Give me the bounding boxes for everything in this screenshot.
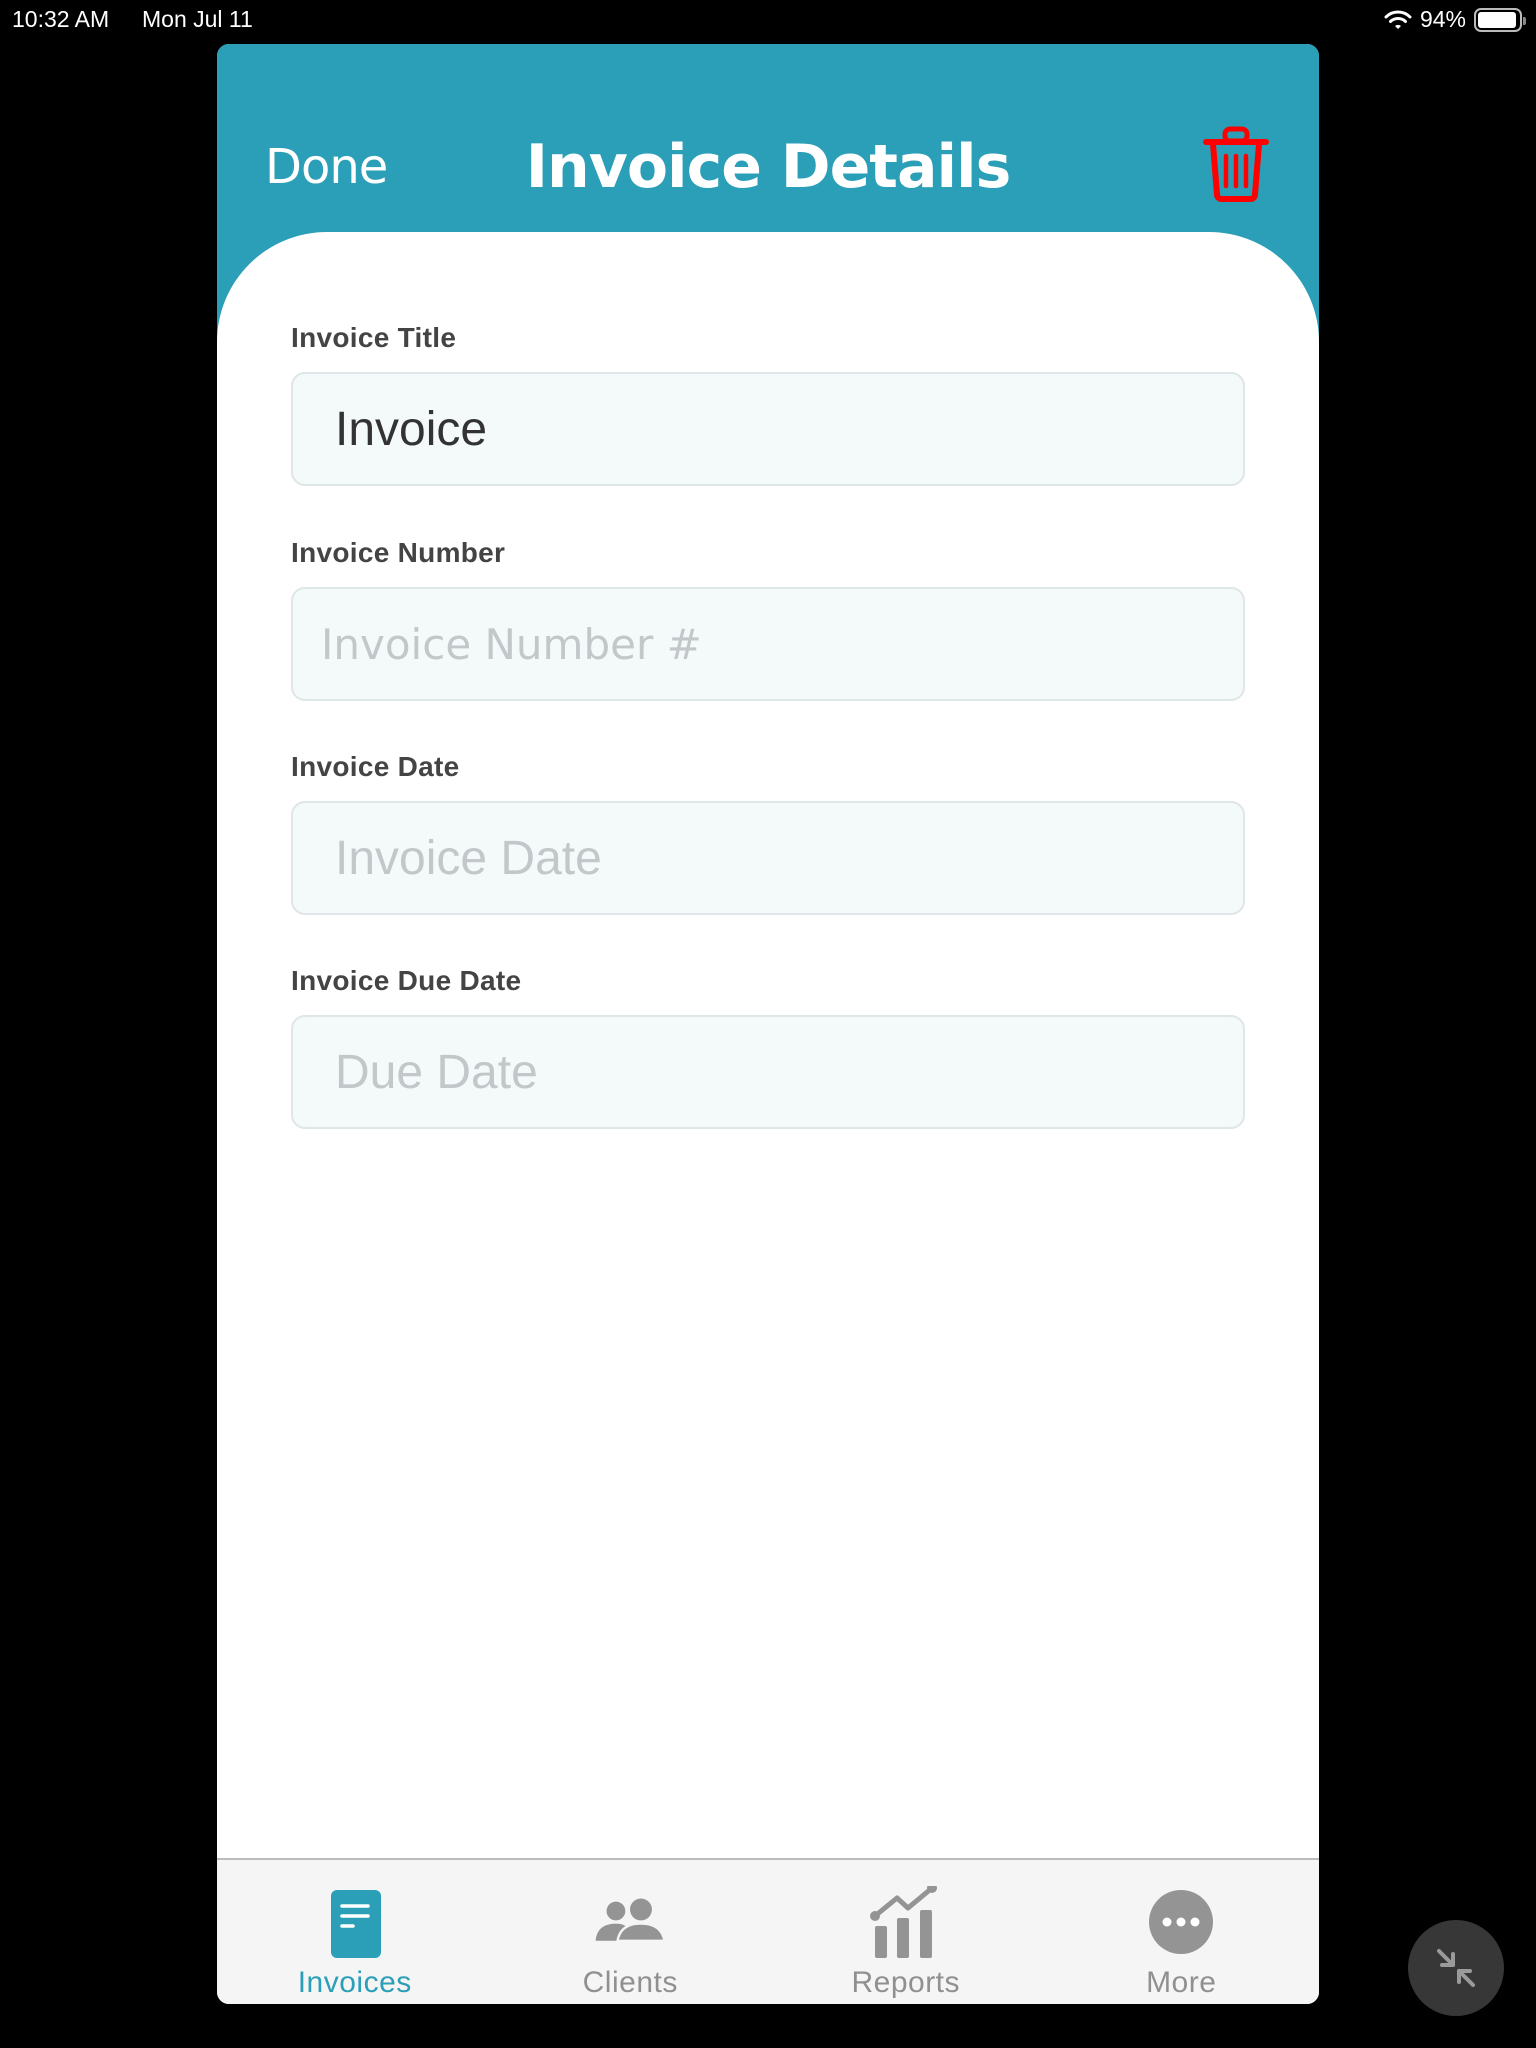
tab-reports[interactable]: Reports bbox=[768, 1860, 1044, 2004]
invoice-title-field: Invoice Title Invoice bbox=[291, 322, 1245, 486]
invoice-due-date-input[interactable]: Due Date bbox=[291, 1015, 1245, 1129]
tab-reports-label: Reports bbox=[851, 1966, 961, 1999]
status-bar: 10:32 AM Mon Jul 11 94% bbox=[0, 0, 1536, 40]
status-date: Mon Jul 11 bbox=[142, 6, 253, 32]
app-window: Done Invoice Details Invoice Title Invoi… bbox=[217, 44, 1319, 2004]
battery-fill bbox=[1478, 11, 1516, 28]
tab-clients[interactable]: Clients bbox=[493, 1860, 769, 2004]
tab-clients-label: Clients bbox=[582, 1966, 678, 1999]
invoice-date-label: Invoice Date bbox=[291, 751, 460, 782]
tab-more-label: More bbox=[1146, 1966, 1217, 1999]
invoice-title-input[interactable]: Invoice bbox=[291, 372, 1245, 486]
collapse-button[interactable] bbox=[1408, 1920, 1504, 2016]
invoice-date-input[interactable]: Invoice Date bbox=[291, 801, 1245, 915]
invoice-due-date-field: Invoice Due Date Due Date bbox=[291, 965, 1245, 1129]
status-time: 10:32 AM bbox=[12, 6, 110, 32]
form-panel: Invoice Title Invoice Invoice Number Inv… bbox=[217, 232, 1319, 1858]
tab-invoices-label: Invoices bbox=[297, 1966, 412, 1999]
tab-bar: Invoices Clients Reports More bbox=[217, 1858, 1319, 2004]
trash-icon[interactable] bbox=[1203, 126, 1269, 202]
invoice-date-field: Invoice Date Invoice Date bbox=[291, 751, 1245, 915]
invoice-due-date-label: Invoice Due Date bbox=[291, 965, 522, 996]
tab-more[interactable]: More bbox=[1044, 1860, 1320, 2004]
invoice-number-field: Invoice Number Invoice Number # bbox=[291, 537, 1245, 701]
document-icon bbox=[330, 1890, 381, 1958]
invoice-title-label: Invoice Title bbox=[291, 322, 457, 353]
battery-percent: 94% bbox=[1419, 6, 1466, 32]
people-icon bbox=[595, 1898, 667, 1942]
battery-tip bbox=[1523, 16, 1526, 25]
tab-invoices[interactable]: Invoices bbox=[217, 1860, 493, 2004]
chart-icon bbox=[869, 1886, 937, 1958]
wifi-icon bbox=[1384, 10, 1412, 29]
more-icon bbox=[1149, 1890, 1214, 1954]
invoice-number-input[interactable]: Invoice Number # bbox=[291, 587, 1245, 701]
collapse-arrows-icon bbox=[1437, 1949, 1475, 1987]
status-indicators: 94% bbox=[1384, 6, 1526, 33]
battery-icon bbox=[1474, 7, 1526, 32]
invoice-number-label: Invoice Number bbox=[291, 537, 506, 568]
page-title: Invoice Details bbox=[525, 132, 1012, 202]
